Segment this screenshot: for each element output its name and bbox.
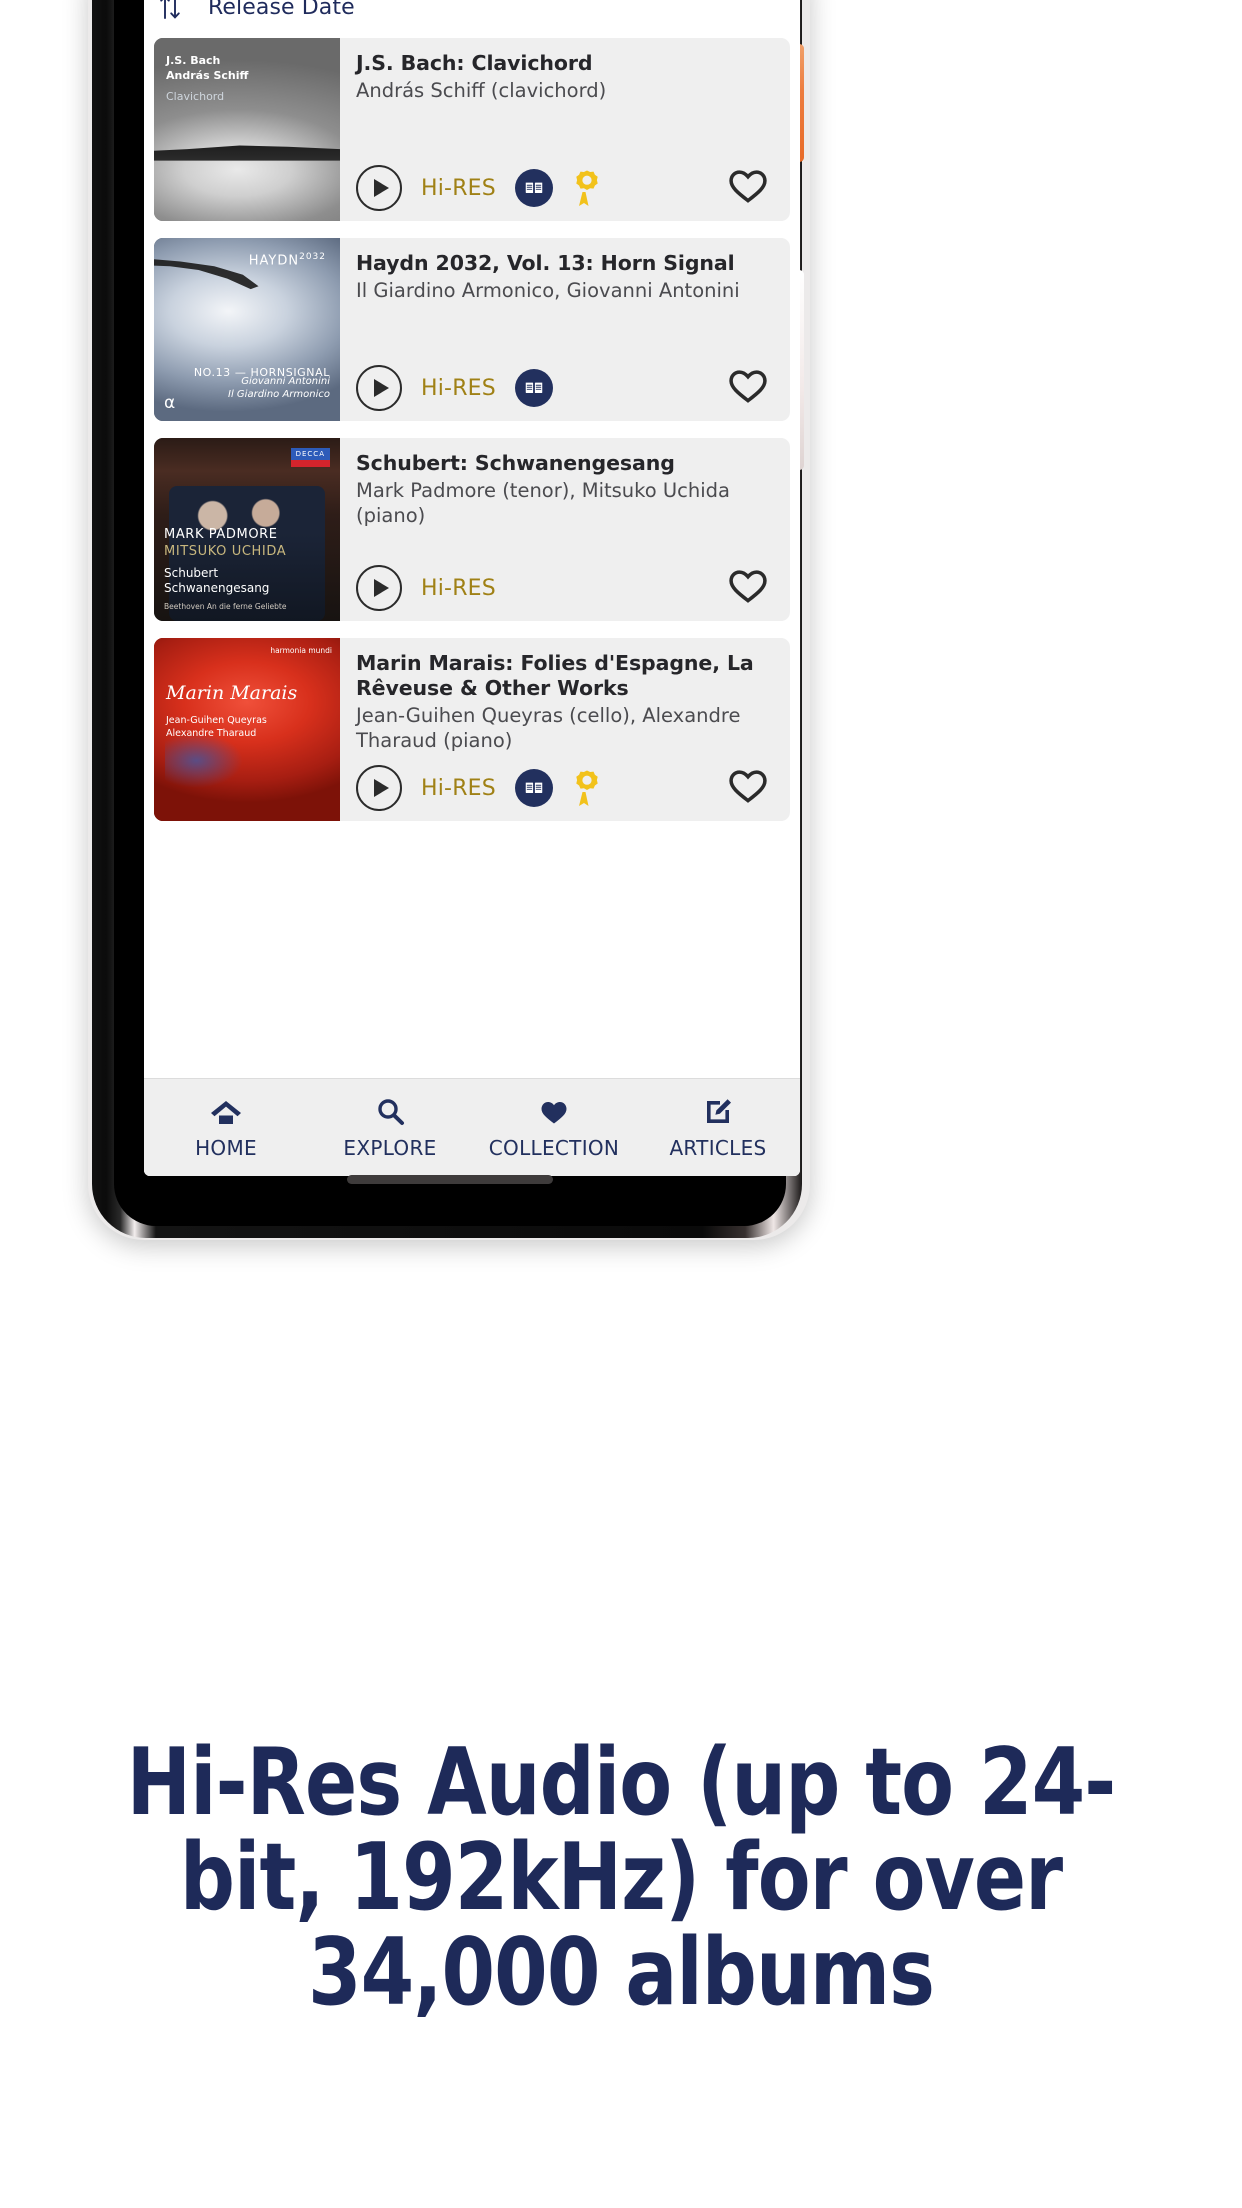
nav-item-articles[interactable]: ARTICLES — [636, 1095, 800, 1160]
cover-title-text: Clavichord — [166, 90, 225, 103]
nav-label: COLLECTION — [488, 1136, 620, 1160]
cover-label-text: DECCA — [290, 448, 330, 467]
cover-performer-text: Giovanni Antonini Il Giardino Armonico — [228, 376, 330, 400]
cover-label-text: HAYDN2032 — [248, 252, 326, 269]
favourite-button[interactable] — [728, 767, 774, 809]
heart-outline-icon — [729, 170, 767, 203]
nav-item-collection[interactable]: COLLECTION — [472, 1095, 636, 1160]
award-ribbon-icon[interactable] — [572, 768, 602, 808]
booklet-icon[interactable] — [514, 169, 553, 207]
sort-label: Release Date — [208, 0, 355, 20]
hires-badge: Hi-RES — [421, 175, 496, 201]
album-card[interactable]: J.S. Bach András Schiff Clavichord J.S. … — [154, 38, 790, 221]
nav-label: HOME — [195, 1136, 257, 1160]
album-artist: András Schiff (clavichord) — [356, 79, 607, 102]
bottom-navigation: HOME EXPLORE COLLECTION ARTICLES — [144, 1078, 800, 1176]
favourite-button[interactable] — [728, 367, 774, 409]
album-card[interactable]: harmonia mundi Marin Marais Jean-Guihen … — [154, 638, 790, 821]
cover-label-text: harmonia mundi — [270, 646, 332, 655]
phone-inner-bezel: Release Date J.S. Bach András Schiff Cla… — [114, 0, 800, 1226]
cover-performer-text: Jean-Guihen Queyras Alexandre Tharaud — [166, 715, 267, 740]
play-button[interactable] — [356, 165, 402, 211]
album-artist: Il Giardino Armonico, Giovanni Antonini — [356, 279, 740, 302]
album-info: Haydn 2032, Vol. 13: Horn Signal Il Giar… — [340, 238, 790, 421]
album-title: J.S. Bach: Clavichord — [356, 51, 593, 75]
album-cover[interactable]: J.S. Bach András Schiff Clavichord — [154, 38, 340, 221]
promo-headline: Hi-Res Audio (up to 24-bit, 192kHz) for … — [126, 1728, 1117, 2026]
album-info: Schubert: Schwanengesang Mark Padmore (t… — [340, 438, 790, 621]
phone-mockup: Release Date J.S. Bach András Schiff Cla… — [88, 0, 810, 1240]
album-title: Haydn 2032, Vol. 13: Horn Signal — [356, 251, 735, 275]
sort-bar[interactable]: Release Date — [144, 0, 800, 38]
cover-artist-text: J.S. Bach András Schiff — [166, 54, 249, 82]
album-artist: Mark Padmore (tenor), Mitsuko Uchida (pi… — [356, 479, 730, 528]
album-card[interactable]: DECCA MARK PADMORE MITSUKO UCHIDA Schube… — [154, 438, 790, 621]
album-cover[interactable]: DECCA MARK PADMORE MITSUKO UCHIDA Schube… — [154, 438, 340, 621]
edit-square-icon — [703, 1095, 733, 1129]
sort-arrows-icon — [158, 0, 182, 21]
favourite-button[interactable] — [728, 167, 774, 209]
album-info: J.S. Bach: Clavichord András Schiff (cla… — [340, 38, 790, 221]
play-button[interactable] — [356, 365, 402, 411]
nav-item-home[interactable]: HOME — [144, 1095, 308, 1160]
hires-badge: Hi-RES — [421, 575, 496, 601]
phone-bezel: Release Date J.S. Bach András Schiff Cla… — [92, 0, 804, 1238]
cover-title-text: Marin Marais — [166, 682, 298, 704]
booklet-icon[interactable] — [514, 769, 553, 807]
nav-item-explore[interactable]: EXPLORE — [308, 1095, 472, 1160]
cover-title-text: Schubert Schwanengesang — [164, 565, 270, 596]
cover-performer-text: MARK PADMORE MITSUKO UCHIDA — [164, 526, 287, 560]
album-actions: Hi-RES — [356, 555, 774, 611]
home-gesture-indicator — [347, 1175, 553, 1184]
play-button[interactable] — [356, 565, 402, 611]
cover-logo-text: α — [164, 393, 176, 413]
album-cover[interactable]: HAYDN2032 NO.13 — HORNSIGNAL Giovanni An… — [154, 238, 340, 421]
nav-label: EXPLORE — [343, 1136, 437, 1160]
heart-outline-icon — [729, 570, 767, 603]
home-icon — [210, 1095, 242, 1129]
hires-badge: Hi-RES — [421, 775, 496, 801]
phone-screen: Release Date J.S. Bach András Schiff Cla… — [144, 0, 800, 1176]
cover-footnote-text: Beethoven An die ferne Geliebte — [164, 602, 287, 611]
search-icon — [375, 1095, 405, 1129]
album-list: J.S. Bach András Schiff Clavichord J.S. … — [144, 38, 800, 821]
album-title: Marin Marais: Folies d'Espagne, La Rêveu… — [356, 651, 754, 700]
favourite-button[interactable] — [728, 567, 774, 609]
album-card[interactable]: HAYDN2032 NO.13 — HORNSIGNAL Giovanni An… — [154, 238, 790, 421]
booklet-icon[interactable] — [514, 369, 553, 407]
album-info: Marin Marais: Folies d'Espagne, La Rêveu… — [340, 638, 790, 821]
heart-filled-icon — [539, 1095, 569, 1129]
album-title: Schubert: Schwanengesang — [356, 451, 675, 475]
album-actions: Hi-RES — [356, 355, 774, 411]
album-cover[interactable]: harmonia mundi Marin Marais Jean-Guihen … — [154, 638, 340, 821]
award-ribbon-icon[interactable] — [572, 168, 602, 208]
album-actions: Hi-RES — [356, 155, 774, 211]
heart-outline-icon — [729, 770, 767, 803]
heart-outline-icon — [729, 370, 767, 403]
album-actions: Hi-RES — [356, 755, 774, 811]
album-artist: Jean-Guihen Queyras (cello), Alexandre T… — [356, 704, 741, 753]
hires-badge: Hi-RES — [421, 375, 496, 401]
play-button[interactable] — [356, 765, 402, 811]
music-app: Release Date J.S. Bach András Schiff Cla… — [144, 0, 800, 1176]
nav-label: ARTICLES — [669, 1136, 767, 1160]
